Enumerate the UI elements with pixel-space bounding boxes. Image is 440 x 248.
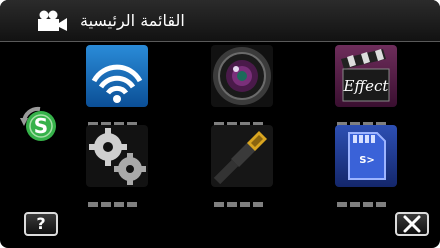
effect-page-dots [337,112,389,127]
recording-page-dots [214,112,266,127]
effect-clapperboard-icon: Effect [341,49,390,102]
sd-card-icon: S> [348,132,386,180]
help-label: ? [36,214,46,233]
close-button[interactable] [395,212,429,236]
connection-tile[interactable] [211,125,273,187]
close-icon [403,215,421,233]
wifi-icon [91,64,143,103]
video-camera-icon [38,10,67,31]
gears-icon [89,128,146,185]
header-bar: القائمة الرئيسية [0,0,440,42]
mode-switch-icon[interactable]: S [18,104,58,144]
media-tile[interactable]: S> [335,125,397,187]
svg-text:Effect: Effect [343,77,390,95]
hdmi-cable-icon [213,131,267,185]
svg-text:S>: S> [359,155,375,166]
recording-tile[interactable] [211,45,273,107]
settings-tile[interactable] [86,125,148,187]
main-menu-screen: القائمة الرئيسية S Effect S> ? [0,0,440,248]
connection-page-dots [214,192,266,207]
page-title: القائمة الرئيسية [80,11,185,30]
media-page-dots [337,192,389,207]
wifi-tile[interactable] [86,45,148,107]
effect-tile[interactable]: Effect [335,45,397,107]
camera-lens-icon [213,47,271,105]
help-button[interactable]: ? [24,212,58,236]
settings-page-dots [88,192,140,207]
svg-text:S: S [34,114,48,138]
wifi-page-dots [88,112,140,127]
